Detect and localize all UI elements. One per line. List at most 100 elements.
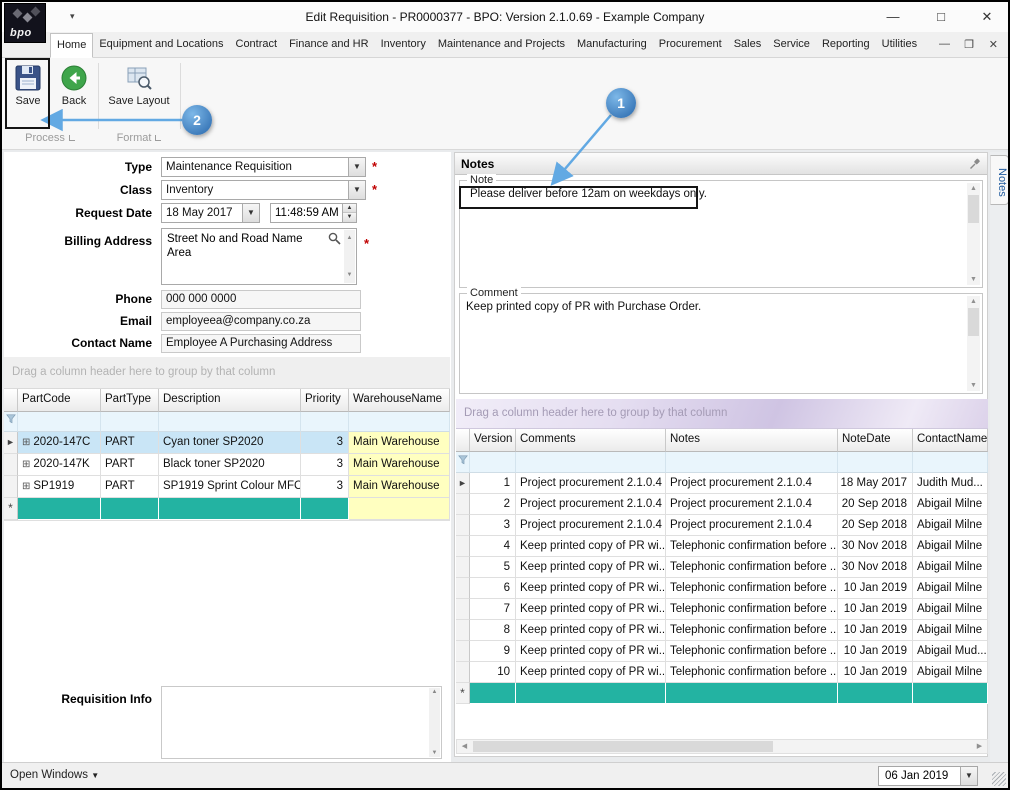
- scrollbar-thumb[interactable]: [968, 195, 979, 223]
- maximize-button[interactable]: □: [926, 6, 956, 28]
- cell-version[interactable]: 1: [470, 473, 516, 494]
- cell-version[interactable]: 6: [470, 578, 516, 599]
- pin-icon[interactable]: [969, 158, 981, 170]
- mdi-minimize-button[interactable]: —: [939, 38, 950, 50]
- cell-contactname[interactable]: Abigail Milne: [913, 578, 988, 599]
- scroll-down-icon[interactable]: ▼: [967, 276, 980, 283]
- cell-notes[interactable]: Telephonic confirmation before ...: [666, 536, 838, 557]
- column-header-contactname[interactable]: ContactName: [913, 429, 988, 452]
- table-row[interactable]: 2 Project procurement 2.1.0.4 Project pr…: [456, 494, 988, 515]
- notes-grid-horizontal-scrollbar[interactable]: ◀ ▶: [456, 739, 988, 754]
- expand-icon[interactable]: ⊞: [22, 432, 30, 453]
- cell-notedate[interactable]: 10 Jan 2019: [838, 578, 913, 599]
- dropdown-icon[interactable]: ▼: [348, 158, 365, 176]
- cell-version[interactable]: 2: [470, 494, 516, 515]
- tab-home[interactable]: Home: [50, 33, 94, 58]
- table-row[interactable]: 3 Project procurement 2.1.0.4 Project pr…: [456, 515, 988, 536]
- table-row[interactable]: ⊞ SP1919 PART SP1919 Sprint Colour MFC 3 …: [4, 476, 450, 498]
- cell-notedate[interactable]: 10 Jan 2019: [838, 599, 913, 620]
- new-cell[interactable]: [349, 498, 450, 520]
- filter-cell[interactable]: [159, 412, 301, 432]
- dropdown-icon[interactable]: ▼: [960, 767, 977, 785]
- cell-priority[interactable]: 3: [301, 476, 349, 498]
- phone-field[interactable]: 000 000 0000: [161, 290, 361, 309]
- cell-notedate[interactable]: 30 Nov 2018: [838, 536, 913, 557]
- request-time-spinner[interactable]: 11:48:59 AM ▲ ▼: [270, 203, 357, 223]
- tab-sales[interactable]: Sales: [728, 33, 768, 58]
- table-row[interactable]: 7 Keep printed copy of PR wi... Telephon…: [456, 599, 988, 620]
- cell-version[interactable]: 3: [470, 515, 516, 536]
- contact-name-field[interactable]: Employee A Purchasing Address: [161, 334, 361, 353]
- cell-partcode[interactable]: ⊞ SP1919: [18, 476, 101, 498]
- class-combobox[interactable]: Inventory ▼: [161, 180, 366, 200]
- cell-contactname[interactable]: Abigail Milne: [913, 557, 988, 578]
- cell-priority[interactable]: 3: [301, 432, 349, 454]
- cell-comments[interactable]: Keep printed copy of PR wi...: [516, 578, 666, 599]
- cell-comments[interactable]: Keep printed copy of PR wi...: [516, 620, 666, 641]
- mdi-close-button[interactable]: ✕: [989, 38, 998, 51]
- cell-version[interactable]: 7: [470, 599, 516, 620]
- new-cell[interactable]: [516, 683, 666, 704]
- cell-warehousename[interactable]: Main Warehouse: [349, 454, 450, 476]
- cell-notedate[interactable]: 20 Sep 2018: [838, 515, 913, 536]
- filter-cell[interactable]: [470, 452, 516, 473]
- filter-cell[interactable]: [18, 412, 101, 432]
- cell-parttype[interactable]: PART: [101, 476, 159, 498]
- cell-parttype[interactable]: PART: [101, 432, 159, 454]
- comment-text[interactable]: Keep printed copy of PR with Purchase Or…: [466, 301, 701, 313]
- cell-partcode[interactable]: ⊞ 2020-147C: [18, 432, 101, 454]
- cell-notedate[interactable]: 18 May 2017: [838, 473, 913, 494]
- table-row[interactable]: ► ⊞ 2020-147C PART Cyan toner SP2020 3 Ma…: [4, 432, 450, 454]
- tab-finance-and-hr[interactable]: Finance and HR: [283, 33, 375, 58]
- scroll-up-icon[interactable]: ▲: [967, 185, 980, 192]
- cell-comments[interactable]: Project procurement 2.1.0.4: [516, 515, 666, 536]
- spin-up-icon[interactable]: ▲: [343, 204, 356, 213]
- comment-scrollbar[interactable]: ▲ ▼: [967, 296, 980, 391]
- cell-partcode[interactable]: ⊞ 2020-147K: [18, 454, 101, 476]
- title-bar[interactable]: ▾ Edit Requisition - PR0000377 - BPO: Ve…: [2, 2, 1008, 32]
- notes-grid-filter-row[interactable]: [456, 452, 988, 473]
- tab-equipment-and-locations[interactable]: Equipment and Locations: [93, 33, 229, 58]
- group-by-hint[interactable]: Drag a column header here to group by th…: [456, 399, 988, 429]
- note-scrollbar[interactable]: ▲ ▼: [967, 183, 980, 285]
- new-cell[interactable]: [470, 683, 516, 704]
- cell-notes[interactable]: Telephonic confirmation before ...: [666, 641, 838, 662]
- cell-version[interactable]: 8: [470, 620, 516, 641]
- cell-notes[interactable]: Telephonic confirmation before ...: [666, 578, 838, 599]
- table-row[interactable]: 9 Keep printed copy of PR wi... Telephon…: [456, 641, 988, 662]
- new-cell[interactable]: [913, 683, 988, 704]
- tab-inventory[interactable]: Inventory: [375, 33, 432, 58]
- table-row[interactable]: 6 Keep printed copy of PR wi... Telephon…: [456, 578, 988, 599]
- time-spin-buttons[interactable]: ▲ ▼: [342, 204, 356, 222]
- filter-cell[interactable]: [349, 412, 450, 432]
- filter-cell[interactable]: [838, 452, 913, 473]
- new-cell[interactable]: [838, 683, 913, 704]
- tab-manufacturing[interactable]: Manufacturing: [571, 33, 653, 58]
- new-cell[interactable]: [666, 683, 838, 704]
- cell-warehousename[interactable]: Main Warehouse: [349, 432, 450, 454]
- scroll-up-icon[interactable]: ▲: [967, 298, 980, 305]
- cell-notes[interactable]: Telephonic confirmation before ...: [666, 557, 838, 578]
- cell-parttype[interactable]: PART: [101, 454, 159, 476]
- cell-description[interactable]: Black toner SP2020: [159, 454, 301, 476]
- requisition-info-scrollbar[interactable]: ▲ ▼: [429, 688, 440, 757]
- resize-grip[interactable]: [992, 772, 1006, 786]
- tab-contract[interactable]: Contract: [230, 33, 284, 58]
- cell-contactname[interactable]: Abigail Milne: [913, 536, 988, 557]
- column-header-comments[interactable]: Comments: [516, 429, 666, 452]
- email-field[interactable]: employeea@company.co.za: [161, 312, 361, 331]
- mdi-restore-button[interactable]: ❐: [964, 38, 974, 51]
- scroll-up-icon[interactable]: ▲: [344, 231, 355, 245]
- table-row[interactable]: 10 Keep printed copy of PR wi... Telepho…: [456, 662, 988, 683]
- column-header-partcode[interactable]: PartCode: [18, 389, 101, 412]
- filter-cell[interactable]: [516, 452, 666, 473]
- cell-comments[interactable]: Project procurement 2.1.0.4: [516, 494, 666, 515]
- new-cell[interactable]: [101, 498, 159, 520]
- group-launcher-icon[interactable]: [68, 135, 75, 141]
- scrollbar-thumb[interactable]: [473, 741, 773, 752]
- column-header-version[interactable]: Version: [470, 429, 516, 452]
- cell-contactname[interactable]: Abigail Milne: [913, 494, 988, 515]
- minimize-button[interactable]: —: [878, 6, 908, 28]
- group-launcher-icon[interactable]: [155, 135, 162, 141]
- billing-address-scrollbar[interactable]: ▲ ▼: [344, 230, 355, 283]
